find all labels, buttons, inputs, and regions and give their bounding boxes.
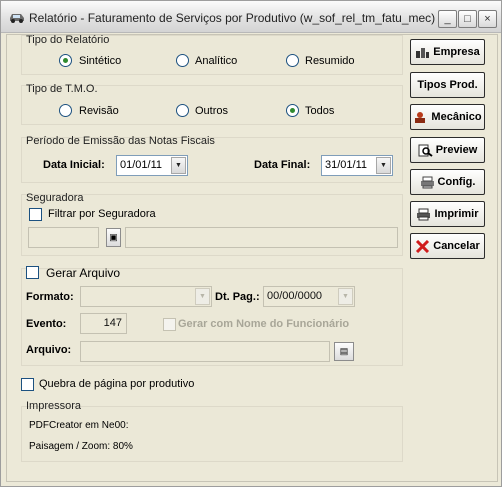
config-label: Config. <box>437 176 476 188</box>
arquivo-input[interactable] <box>80 341 330 362</box>
radio-outros[interactable] <box>176 104 189 117</box>
cancel-x-icon <box>416 239 430 253</box>
window-title: Relatório - Faturamento de Serviços por … <box>29 11 436 25</box>
preview-button[interactable]: Preview <box>410 137 485 163</box>
config-button[interactable]: Config. <box>410 169 485 195</box>
lookup-icon: ▣ <box>109 232 118 242</box>
preview-magnifier-icon <box>418 144 433 157</box>
data-inicial-dropdown-icon[interactable]: ▼ <box>171 157 186 174</box>
mechanic-icon <box>415 111 426 123</box>
radio-analitico-label[interactable]: Analítico <box>195 55 237 67</box>
data-final-dropdown-icon[interactable]: ▼ <box>376 157 391 174</box>
radio-outros-label[interactable]: Outros <box>195 105 228 117</box>
dt-pag-label: Dt. Pag.: <box>215 291 260 303</box>
arquivo-label: Arquivo: <box>26 344 72 356</box>
data-inicial-label: Data Inicial: <box>43 159 105 171</box>
imprimir-button[interactable]: Imprimir <box>410 201 485 227</box>
filtrar-seguradora-label[interactable]: Filtrar por Seguradora <box>48 208 156 220</box>
printer-config-icon <box>420 176 434 188</box>
radio-todos[interactable] <box>286 104 299 117</box>
formato-label: Formato: <box>26 291 74 303</box>
radio-todos-label[interactable]: Todos <box>305 105 334 117</box>
printer-settings: Paisagem / Zoom: 80% <box>29 441 133 452</box>
impressora-group <box>21 406 403 462</box>
periodo-title: Período de Emissão das Notas Fiscais <box>26 135 215 147</box>
gerar-nome-label: Gerar com Nome do Funcionário <box>178 318 350 330</box>
dt-pag-dropdown-icon[interactable]: ▼ <box>338 288 353 305</box>
tipo-relatorio-title: Tipo do Relatório <box>26 34 110 46</box>
evento-value: 147 <box>103 317 122 329</box>
gerar-nome-checkbox[interactable] <box>163 318 176 331</box>
data-inicial-value: 01/01/11 <box>120 159 163 171</box>
data-final-input[interactable]: 31/01/11 ▼ <box>321 155 393 176</box>
gerar-arquivo-label[interactable]: Gerar Arquivo <box>46 266 120 280</box>
title-bar[interactable]: Relatório - Faturamento de Serviços por … <box>1 1 501 33</box>
browse-icon: ▤ <box>339 346 349 356</box>
evento-label: Evento: <box>26 318 67 330</box>
radio-revisao[interactable] <box>59 104 72 117</box>
formato-select[interactable]: ▼ <box>80 286 212 307</box>
cancelar-button[interactable]: Cancelar <box>410 233 485 259</box>
report-window: Relatório - Faturamento de Serviços por … <box>0 0 502 487</box>
imprimir-label: Imprimir <box>434 208 479 220</box>
printer-icon <box>417 208 431 220</box>
quebra-pagina-label[interactable]: Quebra de página por produtivo <box>39 378 194 390</box>
evento-input[interactable]: 147 <box>80 313 127 334</box>
minimize-button[interactable]: _ <box>438 10 457 28</box>
radio-resumido-label[interactable]: Resumido <box>305 55 355 67</box>
radio-sintetico[interactable] <box>59 54 72 67</box>
tipos-prod-button[interactable]: Tipos Prod. <box>410 72 485 98</box>
filtrar-seguradora-checkbox[interactable] <box>29 208 42 221</box>
empresa-label: Empresa <box>433 46 480 58</box>
seguradora-nome-input[interactable] <box>125 227 398 248</box>
close-button[interactable]: × <box>478 10 497 28</box>
mecanico-button[interactable]: Mecânico <box>410 104 485 130</box>
quebra-pagina-checkbox[interactable] <box>21 378 34 391</box>
seguradora-title: Seguradora <box>26 192 84 204</box>
preview-label: Preview <box>435 144 478 156</box>
radio-analitico[interactable] <box>176 54 189 67</box>
dt-pag-input[interactable]: 00/00/0000 ▼ <box>263 286 355 307</box>
radio-revisao-label[interactable]: Revisão <box>79 105 119 117</box>
printer-name: PDFCreator em Ne00: <box>29 420 129 431</box>
tipo-tmo-title: Tipo de T.M.O. <box>26 83 98 95</box>
data-inicial-input[interactable]: 01/01/11 ▼ <box>116 155 188 176</box>
radio-sintetico-label[interactable]: Sintético <box>79 55 121 67</box>
radio-resumido[interactable] <box>286 54 299 67</box>
data-final-label: Data Final: <box>254 159 311 171</box>
dt-pag-value: 00/00/0000 <box>267 290 323 302</box>
seguradora-search-button[interactable]: ▣ <box>106 228 121 247</box>
data-final-value: 31/01/11 <box>325 159 368 171</box>
arquivo-browse-button[interactable]: ▤ <box>334 342 354 361</box>
mecanico-label: Mecânico <box>431 111 482 123</box>
formato-dropdown-icon[interactable]: ▼ <box>195 288 210 305</box>
empresa-button[interactable]: Empresa <box>410 39 485 65</box>
impressora-title: Impressora <box>26 400 82 412</box>
tipos-prod-label: Tipos Prod. <box>417 79 478 91</box>
maximize-button[interactable]: □ <box>458 10 477 28</box>
company-icon <box>416 47 430 58</box>
cancelar-label: Cancelar <box>433 240 480 252</box>
gerar-arquivo-checkbox[interactable] <box>26 266 39 279</box>
car-icon <box>10 14 24 23</box>
seguradora-codigo-input[interactable] <box>28 227 99 248</box>
